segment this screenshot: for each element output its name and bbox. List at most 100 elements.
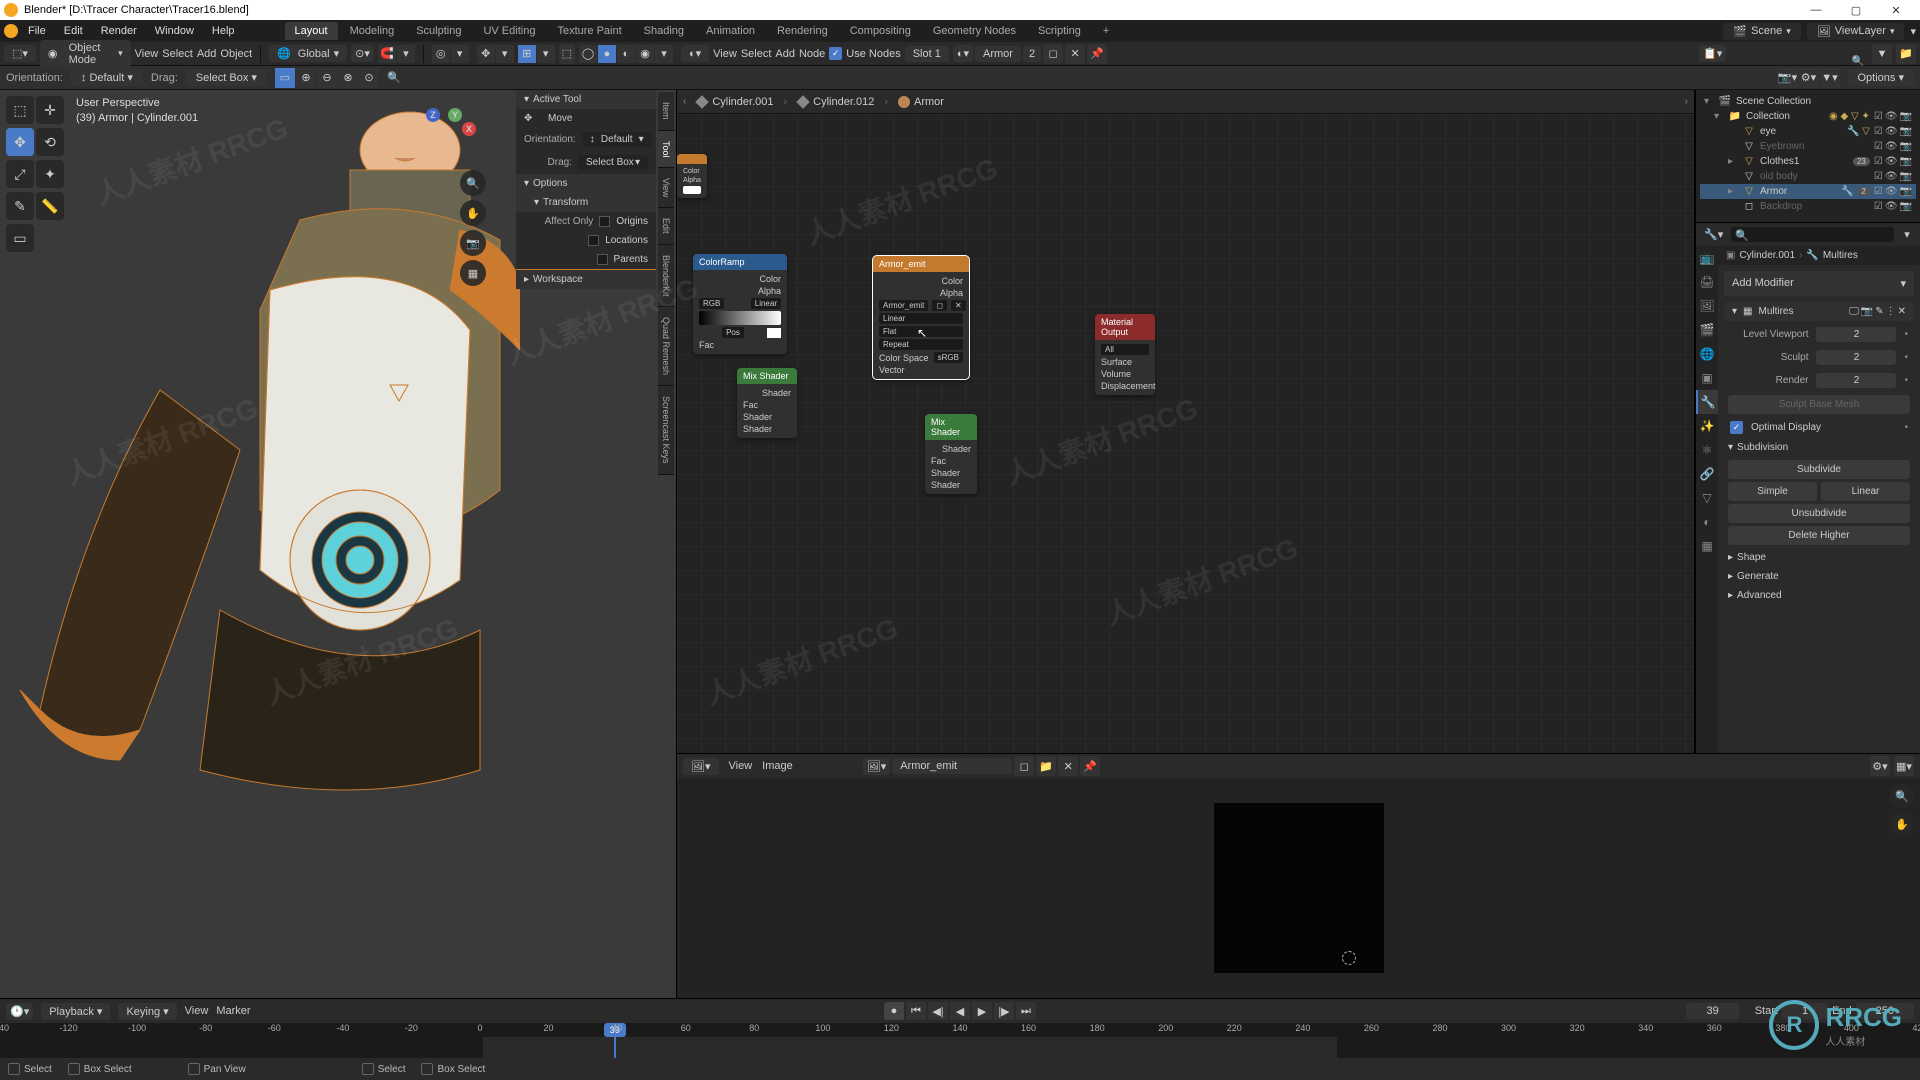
ptab-modifier[interactable]: 🔧: [1696, 390, 1718, 414]
editor-type-dropdown[interactable]: ⬚▾: [4, 45, 36, 62]
scene-dropdown[interactable]: 🎬Scene▾: [1723, 23, 1800, 40]
menu-view[interactable]: View: [135, 48, 159, 60]
colorramp-gradient[interactable]: [699, 311, 781, 325]
outliner-item-oldbody[interactable]: ▽old body☑👁📷: [1700, 169, 1916, 184]
ptab-constraints[interactable]: 🔗: [1696, 462, 1718, 486]
imgtex-repeat[interactable]: Repeat: [879, 339, 963, 350]
props-options-icon[interactable]: ▾: [1898, 228, 1916, 241]
mix1-header[interactable]: Mix Shader: [737, 368, 797, 384]
use-nodes-checkbox[interactable]: ✓: [829, 47, 842, 60]
image-users[interactable]: ◻: [1014, 756, 1034, 776]
tool-measure[interactable]: 📏: [36, 192, 64, 220]
bc-material[interactable]: Armor: [898, 96, 944, 108]
tab-rendering[interactable]: Rendering: [767, 22, 838, 40]
gizmo-visibility[interactable]: ▾: [496, 45, 514, 63]
ne-menu-view[interactable]: View: [713, 48, 737, 60]
mix2-header[interactable]: Mix Shader: [925, 414, 977, 440]
shading-solid[interactable]: ●: [598, 45, 616, 63]
mod-extra-icon[interactable]: ⋮: [1886, 306, 1896, 317]
play-forward[interactable]: ▶: [972, 1002, 992, 1020]
material-pin[interactable]: 📌: [1087, 44, 1107, 64]
ie-menu-view[interactable]: View: [729, 760, 753, 772]
material-unlink[interactable]: ✕: [1065, 44, 1085, 64]
filter-icon[interactable]: ▼▾: [1820, 68, 1840, 88]
tool-select-box[interactable]: ⬚: [6, 96, 34, 124]
subdivision-section[interactable]: ▾Subdivision: [1718, 438, 1920, 457]
close-button[interactable]: ✕: [1876, 0, 1916, 20]
ne-menu-node[interactable]: Node: [799, 48, 825, 60]
outliner-item-collection[interactable]: ▾📁Collection◉ ◆ ▽ ✦☑👁📷: [1700, 109, 1916, 124]
ptab-world[interactable]: 🌐: [1696, 342, 1718, 366]
snap-mode[interactable]: ▾: [397, 45, 415, 63]
outliner-filter[interactable]: ▼: [1872, 44, 1892, 64]
shading-wire[interactable]: ◯: [579, 45, 597, 63]
origins-checkbox[interactable]: [599, 216, 610, 227]
colorramp-mode[interactable]: RGB: [699, 298, 724, 309]
orientation-dropdown[interactable]: 🌐 Global▾: [269, 45, 347, 62]
tab-add[interactable]: +: [1093, 22, 1119, 40]
ptab-output[interactable]: 🖨: [1696, 270, 1718, 294]
outliner-item-clothes[interactable]: ▸▽Clothes123☑👁📷: [1700, 154, 1916, 169]
xray-toggle[interactable]: ⬚: [559, 44, 575, 64]
generate-section[interactable]: ▸Generate: [1718, 567, 1920, 586]
node-mix-shader-2[interactable]: Mix Shader Shader Fac Shader Shader: [925, 414, 977, 494]
transform-subheader[interactable]: ▾ Transform: [516, 193, 656, 212]
node-mix-shader-1[interactable]: Mix Shader Shader Fac Shader Shader: [737, 368, 797, 438]
tab-shading[interactable]: Shading: [634, 22, 694, 40]
ne-menu-select[interactable]: Select: [741, 48, 772, 60]
tab-screencast-keys[interactable]: Screencast Keys: [658, 386, 674, 475]
outliner-item-backdrop[interactable]: ◻Backdrop☑👁📷: [1700, 199, 1916, 214]
n-drag-dd[interactable]: Select Box ▾: [578, 155, 648, 170]
outliner-scene-collection[interactable]: ▾🎬Scene Collection: [1700, 94, 1916, 109]
optimal-display-checkbox[interactable]: ✓: [1730, 421, 1743, 434]
sel-new[interactable]: ▭: [275, 68, 295, 88]
camera-icon[interactable]: 📷▾: [1778, 68, 1798, 88]
snap-toggle[interactable]: 🧲: [378, 45, 396, 63]
props-editor-type[interactable]: 🔧▾: [1700, 226, 1727, 243]
search-icon[interactable]: 🔍: [387, 71, 407, 84]
collapse-right-icon[interactable]: ›: [1685, 96, 1688, 107]
sculpt-value[interactable]: 2: [1816, 350, 1896, 365]
ie-type-dd[interactable]: 🖼▾: [683, 758, 719, 775]
tl-playback-menu[interactable]: Playback ▾: [41, 1003, 110, 1020]
tab-geometry-nodes[interactable]: Geometry Nodes: [923, 22, 1026, 40]
imgtex-colorspace[interactable]: sRGB: [934, 352, 963, 363]
ie-pan-icon[interactable]: ✋: [1890, 812, 1914, 836]
menu-object[interactable]: Object: [220, 48, 252, 60]
image-canvas[interactable]: [677, 778, 1920, 998]
orientation-dd[interactable]: ↕ Default ▾: [71, 69, 143, 86]
tab-blenderkit[interactable]: BlenderKit: [658, 245, 674, 308]
tl-view-menu[interactable]: View: [185, 1005, 209, 1017]
tool-cursor[interactable]: ✛: [36, 96, 64, 124]
menu-edit[interactable]: Edit: [56, 23, 91, 39]
mod-render-icon[interactable]: 📷: [1861, 306, 1873, 317]
node-editor-type[interactable]: ◐▾: [681, 45, 709, 62]
active-tool-header[interactable]: ▾ Active Tool: [516, 90, 656, 109]
timeline-ruler[interactable]: 39 -140-120-100-80-60-40-200204060801001…: [0, 1023, 1920, 1058]
shape-section[interactable]: ▸Shape: [1718, 548, 1920, 567]
image-pin[interactable]: 📌: [1080, 756, 1100, 776]
ptab-object[interactable]: ▣: [1696, 366, 1718, 390]
shader-node-editor[interactable]: ‹ Cylinder.001 › Cylinder.012 › Armor ›: [677, 90, 1695, 753]
material-browse[interactable]: ◐▾: [953, 45, 973, 62]
imgtex-image[interactable]: Armor_emit: [879, 300, 928, 311]
ie-menu-image[interactable]: Image: [762, 760, 793, 772]
tab-uv-editing[interactable]: UV Editing: [473, 22, 545, 40]
tab-animation[interactable]: Animation: [696, 22, 765, 40]
current-frame[interactable]: 39: [1686, 1003, 1738, 1019]
simple-button[interactable]: Simple: [1728, 482, 1817, 501]
advanced-section[interactable]: ▸Advanced: [1718, 586, 1920, 605]
imgtex-interp[interactable]: Linear: [879, 313, 963, 324]
tab-sculpting[interactable]: Sculpting: [406, 22, 471, 40]
tab-item[interactable]: Item: [658, 92, 674, 131]
sel-invert[interactable]: ⊗: [338, 68, 358, 88]
image-editor[interactable]: 🖼▾ View Image 🖼▾ Armor_emit ◻ 📁 ✕ 📌 ⚙▾ ▦…: [677, 753, 1920, 998]
outliner[interactable]: ▾🎬Scene Collection ▾📁Collection◉ ◆ ▽ ✦☑👁…: [1696, 90, 1920, 222]
minimize-button[interactable]: —: [1796, 0, 1836, 20]
material-users[interactable]: 2: [1023, 46, 1041, 62]
shading-matprev[interactable]: ◐: [617, 45, 635, 63]
outliner-item-eyebrown[interactable]: ▽Eyebrown☑👁📷: [1700, 139, 1916, 154]
zoom-icon[interactable]: 🔍: [460, 170, 486, 196]
render-value[interactable]: 2: [1816, 373, 1896, 388]
sel-extend[interactable]: ⊕: [296, 68, 316, 88]
